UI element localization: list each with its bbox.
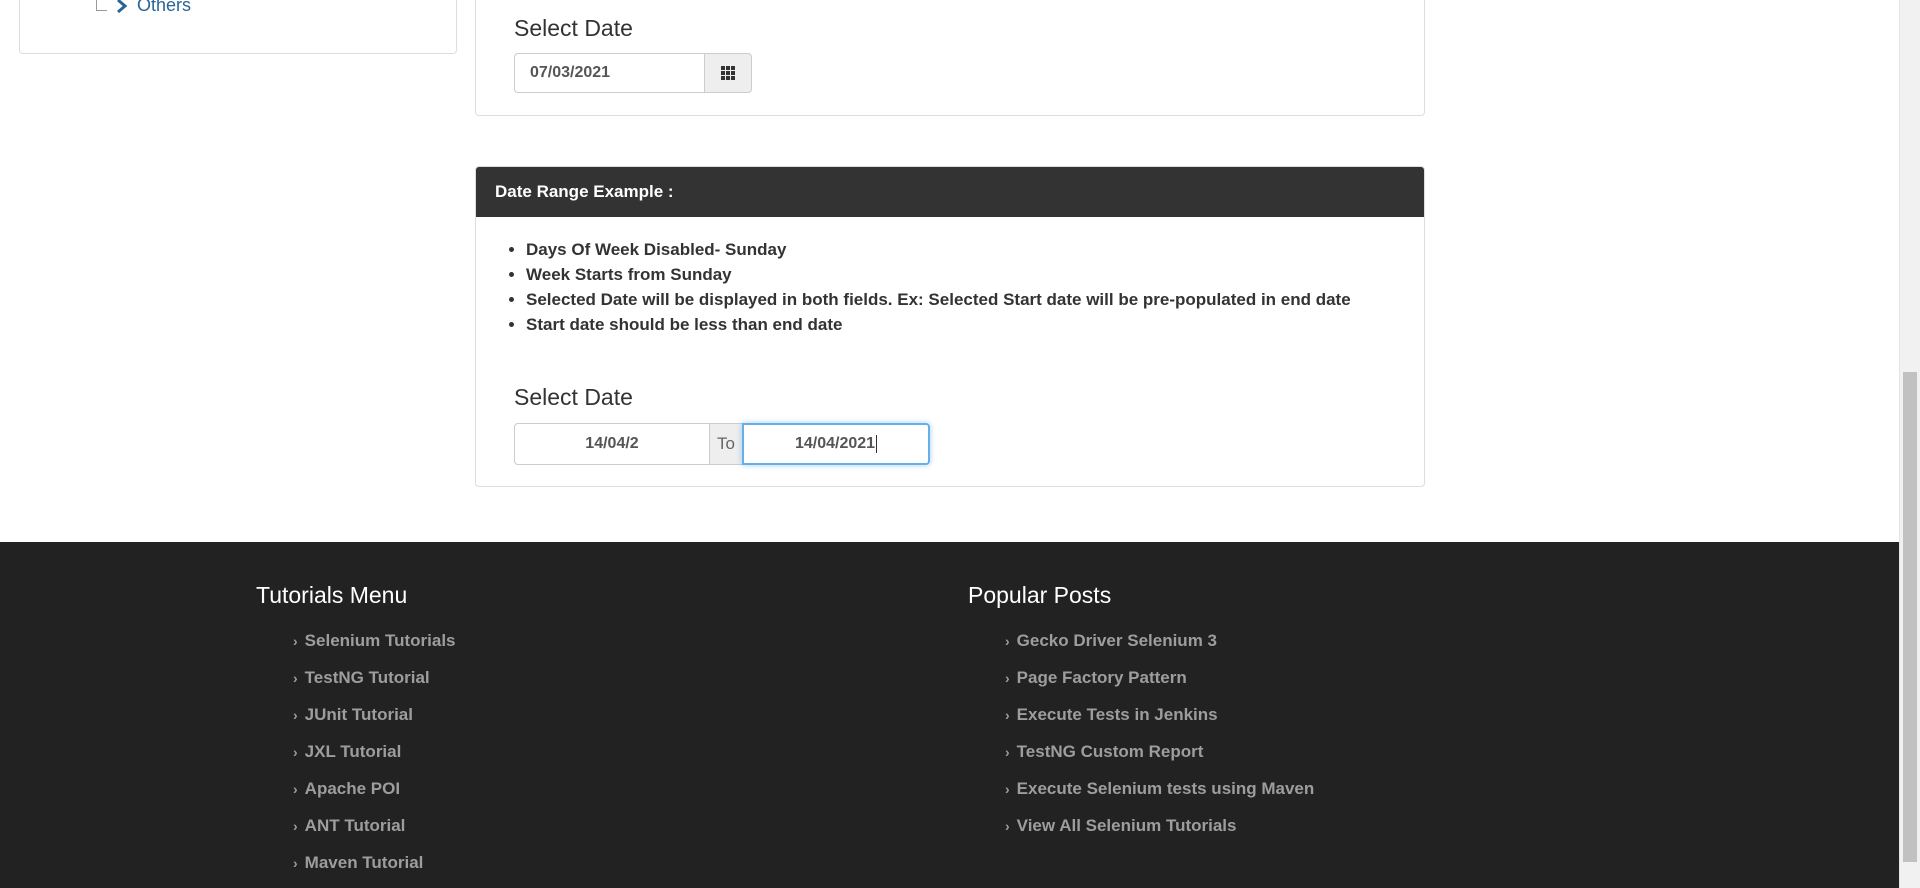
- select-date-label: Select Date: [514, 384, 633, 410]
- list-item: Week Starts from Sunday: [526, 262, 1351, 287]
- panel-heading: Date Range Example :: [476, 167, 1424, 217]
- footer-link-label[interactable]: Page Factory Pattern: [1017, 668, 1187, 688]
- chevron-right-icon: ›: [1005, 632, 1010, 649]
- tutorials-menu-title: Tutorials Menu: [256, 582, 408, 608]
- footer-link[interactable]: › Execute Selenium tests using Maven: [1005, 770, 1314, 807]
- footer-link-label[interactable]: Apache POI: [305, 779, 400, 799]
- chevron-right-icon: ›: [293, 632, 298, 649]
- text-cursor: [876, 434, 878, 453]
- footer-link-label[interactable]: Execute Tests in Jenkins: [1017, 705, 1218, 725]
- footer-link[interactable]: › Apache POI: [293, 770, 456, 807]
- end-date-input[interactable]: 14/04/2021: [742, 423, 930, 465]
- footer-link[interactable]: › JUnit Tutorial: [293, 696, 456, 733]
- footer-link[interactable]: › Selenium Tutorials: [293, 622, 456, 659]
- calendar-button[interactable]: [704, 53, 752, 93]
- footer-link-label[interactable]: JUnit Tutorial: [305, 705, 413, 725]
- footer-link[interactable]: › Gecko Driver Selenium 3: [1005, 622, 1314, 659]
- footer-link-label[interactable]: Maven Tutorial: [305, 853, 424, 873]
- popular-posts-list: › Gecko Driver Selenium 3 › Page Factory P…: [1005, 622, 1314, 844]
- chevron-right-icon: [117, 0, 128, 13]
- chevron-right-icon: ›: [293, 780, 298, 797]
- chevron-right-icon: ›: [1005, 817, 1010, 834]
- footer-link[interactable]: › Execute Tests in Jenkins: [1005, 696, 1314, 733]
- chevron-right-icon: ›: [1005, 706, 1010, 723]
- sidebar-panel: Others: [19, 0, 457, 54]
- start-date-input[interactable]: 14/04/2: [514, 423, 710, 465]
- footer-link-label[interactable]: View All Selenium Tutorials: [1017, 816, 1237, 836]
- footer-link[interactable]: › JXL Tutorial: [293, 733, 456, 770]
- footer-link-label[interactable]: JXL Tutorial: [305, 742, 402, 762]
- single-date-input[interactable]: 07/03/2021: [514, 53, 704, 93]
- chevron-right-icon: ›: [293, 706, 298, 723]
- chevron-right-icon: ›: [293, 854, 298, 871]
- tutorials-menu-list: › Selenium Tutorials › TestNG Tutorial › JU…: [293, 622, 456, 881]
- vertical-scrollbar[interactable]: [1899, 0, 1920, 888]
- list-item: Selected Date will be displayed in both …: [526, 287, 1351, 312]
- date-range-group: 14/04/2 To 14/04/2021: [514, 423, 930, 465]
- footer-link[interactable]: › Page Factory Pattern: [1005, 659, 1314, 696]
- popular-posts-title: Popular Posts: [968, 582, 1112, 608]
- chevron-right-icon: ›: [1005, 780, 1010, 797]
- list-item: Start date should be less than end date: [526, 312, 1351, 337]
- footer-link[interactable]: › View All Selenium Tutorials: [1005, 807, 1314, 844]
- single-date-panel: Select Date 07/03/2021: [475, 0, 1425, 116]
- single-date-group: 07/03/2021: [514, 53, 752, 93]
- footer-link[interactable]: › TestNG Tutorial: [293, 659, 456, 696]
- footer-link[interactable]: › TestNG Custom Report: [1005, 733, 1314, 770]
- scrollbar-thumb[interactable]: [1903, 372, 1917, 862]
- to-label: To: [710, 423, 742, 465]
- footer-link-label[interactable]: Selenium Tutorials: [305, 631, 456, 651]
- footer-link[interactable]: › ANT Tutorial: [293, 807, 456, 844]
- sidebar-item-label[interactable]: Others: [137, 0, 191, 16]
- footer-link-label[interactable]: Gecko Driver Selenium 3: [1017, 631, 1217, 651]
- end-date-value: 14/04/2021: [794, 435, 876, 452]
- chevron-right-icon: ›: [293, 743, 298, 760]
- chevron-right-icon: ›: [293, 669, 298, 686]
- footer-link-label[interactable]: Execute Selenium tests using Maven: [1017, 779, 1315, 799]
- calendar-grid-icon: [721, 66, 735, 80]
- tree-connector-line: [96, 0, 107, 11]
- rules-list: Days Of Week Disabled- Sunday Week Start…: [512, 237, 1351, 337]
- footer-link[interactable]: › Maven Tutorial: [293, 844, 456, 881]
- footer: Tutorials Menu › Selenium Tutorials › Test…: [0, 542, 1899, 888]
- chevron-right-icon: ›: [1005, 743, 1010, 760]
- list-item: Days Of Week Disabled- Sunday: [526, 237, 1351, 262]
- date-range-panel: Date Range Example : Days Of Week Disabl…: [475, 166, 1425, 487]
- select-date-label: Select Date: [514, 15, 633, 41]
- chevron-right-icon: ›: [293, 817, 298, 834]
- footer-link-label[interactable]: TestNG Custom Report: [1017, 742, 1204, 762]
- footer-link-label[interactable]: TestNG Tutorial: [305, 668, 430, 688]
- footer-link-label[interactable]: ANT Tutorial: [305, 816, 406, 836]
- sidebar-item-others[interactable]: Others: [115, 0, 191, 16]
- chevron-right-icon: ›: [1005, 669, 1010, 686]
